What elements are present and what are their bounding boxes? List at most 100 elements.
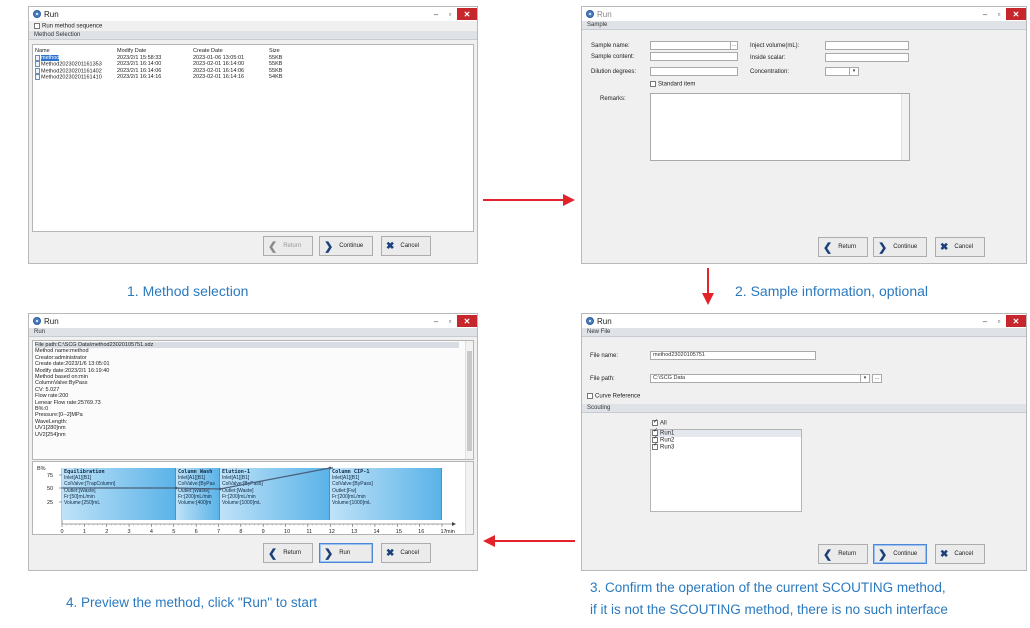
cancel-label: Cancel <box>954 244 974 250</box>
phase-line: Volume:[1000]mL <box>332 500 371 507</box>
file-path-value: C:\SCG Data <box>653 375 686 381</box>
cancel-label: Cancel <box>400 550 420 556</box>
list-item[interactable]: Run1 <box>651 428 801 437</box>
chevron-left-icon: ❮ <box>268 547 278 560</box>
caption-step1: 1. Method selection <box>127 283 249 299</box>
table-row[interactable]: Method20230201161410 2023/2/1 16:14:16 2… <box>33 74 284 81</box>
return-label: Return <box>838 244 857 250</box>
minimize-icon[interactable]: – <box>978 315 992 327</box>
list-item[interactable]: Run2 <box>651 435 801 444</box>
row-size: 55KB <box>269 61 283 68</box>
window-method-preview: Run – ▫ ✕ Run File path:C:\SCG Data\meth… <box>28 313 478 571</box>
arrow-step3-to-step4 <box>483 535 575 547</box>
x-tick-label: 15 <box>396 529 402 535</box>
window-scouting: Run – ▫ ✕ New File File name: method2302… <box>581 313 1027 571</box>
file-name-input[interactable]: method23020105751 <box>650 351 816 360</box>
standard-item-checkbox[interactable] <box>650 81 656 87</box>
return-button[interactable]: ❮ Return <box>818 237 868 257</box>
continue-button[interactable]: ❯ Continue <box>873 544 927 564</box>
concentration-label: Concentration: <box>750 69 790 75</box>
return-button[interactable]: ❮ Return <box>818 544 868 564</box>
close-icon[interactable]: ✕ <box>1006 8 1026 20</box>
app-icon <box>33 10 41 18</box>
run-sequence-label: Run method sequence <box>42 23 103 30</box>
maximize-icon[interactable]: ▫ <box>992 8 1006 20</box>
curve-reference-label: Curve Reference <box>595 393 641 400</box>
row-name: Method20230201161353 <box>41 61 102 68</box>
remarks-scrollbar[interactable] <box>901 94 909 160</box>
chevron-right-icon: ❯ <box>878 548 888 561</box>
sample-content-input[interactable] <box>650 52 738 61</box>
scroll-thumb[interactable] <box>467 351 472 451</box>
close-icon[interactable]: ✕ <box>1006 315 1026 327</box>
inside-scalar-label: Inside scalar: <box>750 55 786 61</box>
continue-button[interactable]: ❯ Continue <box>319 236 373 256</box>
curve-reference-checkbox[interactable] <box>587 393 593 399</box>
standard-item-row[interactable]: Standard item <box>650 81 695 88</box>
cancel-button[interactable]: ✖ Cancel <box>381 543 431 563</box>
inject-volume-input[interactable] <box>825 41 909 50</box>
y-tick-label: 75 <box>47 473 53 479</box>
cancel-label: Cancel <box>400 243 420 249</box>
all-checkbox[interactable] <box>652 418 658 426</box>
sample-name-input[interactable]: … <box>650 41 738 50</box>
curve-reference-row[interactable]: Curve Reference <box>587 393 640 400</box>
chevron-down-icon[interactable]: ▾ <box>849 68 858 75</box>
minimize-icon[interactable]: – <box>429 8 443 20</box>
dilution-input[interactable] <box>650 67 738 76</box>
minimize-icon[interactable]: – <box>978 8 992 20</box>
x-tick-label: 6 <box>195 529 198 535</box>
row-size: 54KB <box>269 74 283 81</box>
chevron-down-icon[interactable]: ▾ <box>860 375 869 382</box>
return-label: Return <box>838 551 857 557</box>
remarks-textarea[interactable] <box>650 93 910 161</box>
run-list[interactable]: Run1 Run2 Run3 <box>650 428 802 512</box>
run3-label: Run3 <box>660 444 675 451</box>
maximize-icon[interactable]: ▫ <box>992 315 1006 327</box>
continue-button[interactable]: ❯ Continue <box>873 237 927 257</box>
all-row[interactable]: All <box>652 418 667 427</box>
method-list[interactable]: Name Modify Date Create Date Size method… <box>32 44 474 232</box>
maximize-icon[interactable]: ▫ <box>443 8 457 20</box>
return-button[interactable]: ❮ Return <box>263 543 313 563</box>
run-button[interactable]: ❯ Run <box>319 543 373 563</box>
browse-button[interactable]: ... <box>872 374 882 383</box>
chevron-right-icon: ❯ <box>324 240 334 253</box>
ellipsis-icon[interactable]: … <box>730 42 737 49</box>
close-icon[interactable]: ✕ <box>457 8 477 20</box>
maximize-icon[interactable]: ▫ <box>443 315 457 327</box>
method-info-panel[interactable]: File path:C:\SCG Data\method23020105751.… <box>32 340 474 460</box>
row-size: 55KB <box>269 54 283 61</box>
cancel-button[interactable]: ✖ Cancel <box>935 237 985 257</box>
new-file-header: New File <box>582 328 1026 337</box>
row-create: 2023-02-01 16:14:16 <box>193 74 245 81</box>
run3-checkbox[interactable] <box>652 442 658 450</box>
list-item[interactable]: Run3 <box>651 442 801 451</box>
cancel-button[interactable]: ✖ Cancel <box>935 544 985 564</box>
close-icon[interactable]: ✕ <box>457 315 477 327</box>
run-sequence-checkbox[interactable] <box>34 23 40 29</box>
caption-step2: 2. Sample information, optional <box>735 283 928 299</box>
concentration-select[interactable]: ▾ <box>825 67 859 76</box>
return-button[interactable]: ❮ Return <box>263 236 313 256</box>
close-x-icon: ✖ <box>386 547 395 559</box>
inside-scalar-input[interactable] <box>825 53 909 62</box>
file-icon <box>35 54 40 61</box>
chevron-left-icon: ❮ <box>268 240 278 253</box>
arrow-step2-to-step3 <box>702 268 714 305</box>
phase-line: Volume:[400]m <box>178 500 212 507</box>
run-header: Run <box>29 328 477 337</box>
info-scrollbar[interactable] <box>465 341 473 459</box>
file-path-select[interactable]: C:\SCG Data ▾ <box>650 374 870 383</box>
minimize-icon[interactable]: – <box>429 315 443 327</box>
run-sequence-row[interactable]: Run method sequence <box>29 21 477 31</box>
chart-scrollbar[interactable] <box>465 462 473 534</box>
chevron-left-icon: ❮ <box>823 548 833 561</box>
return-label: Return <box>283 550 302 556</box>
phase-equilibration: Equilibration Inlet[A1][B1] ColValve:[Tr… <box>62 468 176 520</box>
window-title: Run <box>44 316 59 326</box>
caption-step3-line1: 3. Confirm the operation of the current … <box>590 580 946 595</box>
cancel-button[interactable]: ✖ Cancel <box>381 236 431 256</box>
chevron-right-icon: ❯ <box>324 547 334 560</box>
file-icon <box>35 61 40 68</box>
